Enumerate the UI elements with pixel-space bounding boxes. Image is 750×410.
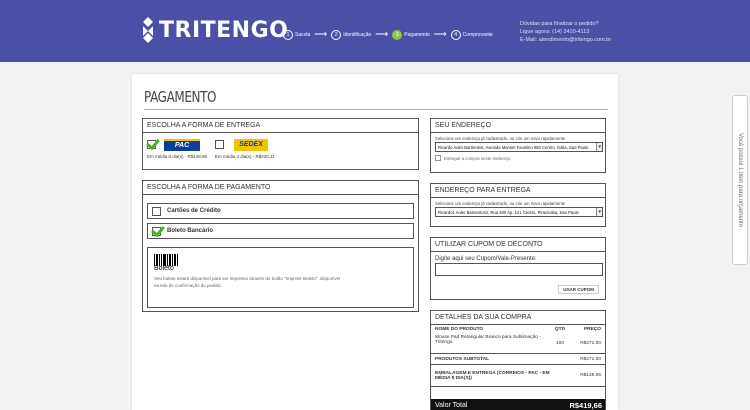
- deliver-here-checkbox[interactable]: [435, 155, 441, 161]
- coupon-section: UTILIZAR CUPOM DE DECONTO Digite aqui se…: [430, 237, 606, 300]
- subtotal-value: R$271,00: [580, 356, 601, 362]
- step-label: Pagamento: [404, 31, 430, 38]
- contact-email[interactable]: E-Mail: atendimento@tritengo.com.br: [520, 36, 611, 44]
- details-header-row: NOME DO PRODUTO QTD PREÇO: [431, 325, 605, 334]
- step-identificacao[interactable]: 2 Identificação: [331, 29, 372, 40]
- details-title: DETALHES DA SUA COMPRA: [431, 311, 605, 325]
- address-select-label: Selecione um endereço já cadastrado, ou …: [435, 136, 566, 141]
- coupon-label: Digite aqui seu Cupom/Vale-Presente:: [435, 256, 537, 262]
- shipping-title: ESCOLHA A FORMA DE ENTREGA: [143, 119, 418, 133]
- item-qty: 100: [555, 341, 564, 346]
- delivery-select[interactable]: Ricardo1 Auler Barrientos2, Rua 490 Ap. …: [435, 207, 603, 217]
- credit-card-label: Cartões de Crédito: [167, 208, 221, 214]
- tritengo-logo[interactable]: TRITENGO: [140, 16, 288, 44]
- step-number: 3: [392, 29, 403, 40]
- contact-line: Dúvidas para finalizar o pedido?: [520, 21, 599, 27]
- step-pagamento: 3 Pagamento: [392, 29, 430, 40]
- table-row: Mouse Pad Retangular Branco para Sublima…: [431, 334, 605, 354]
- step-label: Identificação: [343, 31, 372, 38]
- item-name: Mouse Pad Retangular Branco para Sublima…: [435, 335, 541, 345]
- sedex-checkbox[interactable]: [215, 140, 225, 149]
- checkout-panel: PAGAMENTO ESCOLHA A FORMA DE ENTREGA PAC…: [132, 74, 618, 410]
- delivery-select-label: Selecione um endereço já cadastrado, ou …: [435, 201, 566, 206]
- address-title: SEU ENDEREÇO: [431, 119, 605, 133]
- step-label: Sacola: [295, 31, 311, 38]
- payment-section: ESCOLHA A FORMA DE PAGAMENTO Cartões de …: [142, 180, 419, 312]
- subtotal-label: PRODUTOS SUBTOTAL: [435, 356, 490, 362]
- quote-side-tab-label: Você possui 1 item para orçamento: [737, 132, 743, 228]
- shipping-cost-label: EMBALAGEM E ENTREGA (CORREIOS - PAC - EM…: [435, 370, 550, 381]
- step-number: 4: [450, 29, 461, 40]
- contact-phone: Ligue agora: (14) 3410-4113: [520, 29, 590, 35]
- arrow-right-icon: ⟶: [433, 29, 447, 39]
- chevron-down-icon: ▾: [596, 208, 602, 216]
- boleto-option-label: Boleto Bancário: [167, 228, 214, 234]
- contact-info: Dúvidas para finalizar o pedido? Ligue a…: [520, 20, 611, 44]
- payment-option-boleto[interactable]: Boleto Bancário: [147, 223, 414, 239]
- deliver-here-option[interactable]: Entregar a compra neste endereço: [431, 152, 605, 164]
- total-value: R$419,66: [569, 400, 602, 410]
- credit-card-checkbox[interactable]: [152, 206, 161, 216]
- boleto-info: Boleto Seu boleto estará disponível para…: [147, 247, 414, 308]
- step-number: 2: [331, 29, 342, 40]
- coupon-title: UTILIZAR CUPOM DE DECONTO: [431, 238, 605, 252]
- order-details-section: DETALHES DA SUA COMPRA NOME DO PRODUTO Q…: [430, 310, 606, 410]
- arrow-right-icon: ⟶: [375, 29, 389, 39]
- step-number: 1: [283, 29, 293, 40]
- col-price: PREÇO: [583, 327, 601, 332]
- item-price: R$271,00: [580, 341, 601, 346]
- shipping-cost-value: R$148,66: [580, 373, 601, 378]
- logo-text: TRITENGO: [159, 17, 289, 43]
- site-header: TRITENGO 1 Sacola ⟶ 2 Identificação ⟶ 3 …: [0, 0, 750, 62]
- col-qty: QTD: [554, 327, 566, 332]
- pac-desc: Em média 8 dia(s) - R$148,66: [147, 154, 208, 159]
- boleto-text: Seu boleto estará disponível para ser im…: [154, 276, 341, 288]
- chevron-down-icon: ▾: [596, 143, 602, 151]
- total-label: Valor Total: [435, 401, 468, 409]
- title-divider: [144, 109, 608, 110]
- address-section: SEU ENDEREÇO Selecione um endereço já ca…: [430, 118, 606, 173]
- shipping-option-sedex[interactable]: SEDEX Em média 4 dia(s) - R$220,11: [215, 137, 275, 159]
- shipping-option-pac[interactable]: PAC Em média 8 dia(s) - R$148,66: [147, 137, 207, 159]
- col-product: NOME DO PRODUTO: [435, 327, 484, 332]
- step-sacola[interactable]: 1 Sacola: [283, 29, 311, 40]
- pac-checkbox[interactable]: [147, 140, 156, 149]
- total-row: Valor Total R$419,66: [431, 399, 605, 410]
- step-comprovante: 4 Comprovante: [450, 29, 493, 40]
- step-label: Comprovante: [462, 31, 493, 38]
- subtotal-row: PRODUTOS SUBTOTAL R$271,00: [431, 354, 605, 365]
- boleto-label: Boleto: [154, 265, 174, 272]
- checkout-steps: 1 Sacola ⟶ 2 Identificação ⟶ 3 Pagamento…: [283, 29, 493, 40]
- delivery-select-value: Ricardo1 Auler Barrientos2, Rua 490 Ap. …: [438, 209, 579, 215]
- sedex-logo: SEDEX: [234, 138, 269, 151]
- pac-logo: PAC: [164, 138, 200, 151]
- boleto-checkbox[interactable]: [152, 226, 161, 236]
- quote-side-tab[interactable]: Você possui 1 item para orçamento: [732, 95, 748, 265]
- delivery-title: ENDEREÇO PARA ENTREGA: [431, 184, 605, 198]
- page-title: PAGAMENTO: [144, 88, 217, 106]
- logo-mark-icon: [143, 17, 153, 43]
- delivery-address-section: ENDEREÇO PARA ENTREGA Selecione um ender…: [430, 183, 606, 227]
- shipping-cost-row: EMBALAGEM E ENTREGA (CORREIOS - PAC - EM…: [431, 365, 605, 387]
- address-select-value: Ricardo Auler Barrientos, Avenida Manoel…: [438, 144, 589, 150]
- arrow-right-icon: ⟶: [314, 29, 328, 39]
- address-select[interactable]: Ricardo Auler Barrientos, Avenida Manoel…: [435, 142, 603, 152]
- shipping-section: ESCOLHA A FORMA DE ENTREGA PAC Em média …: [142, 118, 419, 170]
- payment-title: ESCOLHA A FORMA DE PAGAMENTO: [143, 181, 418, 195]
- coupon-input[interactable]: [435, 263, 603, 276]
- sedex-desc: Em média 4 dia(s) - R$220,11: [215, 154, 275, 159]
- payment-option-credit-card[interactable]: Cartões de Crédito: [147, 203, 414, 219]
- deliver-here-label: Entregar a compra neste endereço: [444, 155, 511, 161]
- use-coupon-button[interactable]: USAR CUPOM: [558, 285, 599, 294]
